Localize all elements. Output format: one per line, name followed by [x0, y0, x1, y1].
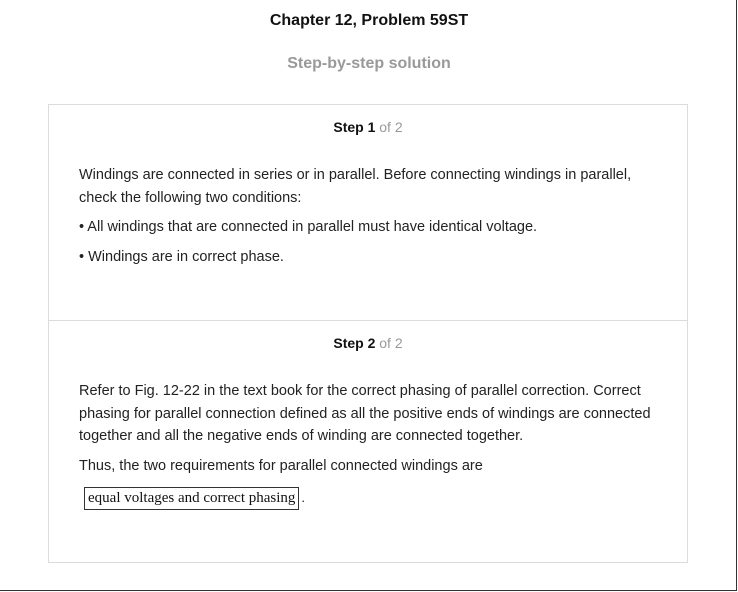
- step-1-panel: Step 1 of 2 Windings are connected in se…: [49, 105, 687, 321]
- answer-row: equal voltages and correct phasing.: [84, 487, 659, 510]
- step-1-count: of 2: [379, 119, 403, 135]
- step-2-paragraph-conclusion: Thus, the two requirements for parallel …: [79, 457, 483, 474]
- step-1-body: Windings are connected in series or in p…: [79, 164, 659, 275]
- step-1-paragraph: Windings are connected in series or in p…: [79, 167, 632, 206]
- page-title: Chapter 12, Problem 59ST: [269, 12, 469, 29]
- step-1-bullet-phase: • Windings are in correct phase.: [79, 248, 284, 265]
- step-2-header: Step 2 of 2: [49, 335, 687, 351]
- step-1-label: Step 1: [333, 119, 376, 135]
- solution-steps-container: Step 1 of 2 Windings are connected in se…: [48, 104, 688, 563]
- solution-subtitle: Step-by-step solution: [287, 55, 451, 72]
- boxed-answer: equal voltages and correct phasing: [84, 487, 300, 510]
- step-1-header: Step 1 of 2: [49, 119, 687, 135]
- step-2-paragraph-phasing: Refer to Fig. 12-22 in the text book for…: [79, 383, 651, 444]
- step-2-count: of 2: [379, 335, 403, 351]
- step-2-label: Step 2: [333, 335, 376, 351]
- step-2-panel: Step 2 of 2 Refer to Fig. 12-22 in the t…: [49, 321, 687, 562]
- step-2-body: Refer to Fig. 12-22 in the text book for…: [79, 380, 659, 510]
- answer-period: .: [301, 490, 306, 505]
- step-1-bullet-voltage: • All windings that are connected in par…: [79, 219, 538, 235]
